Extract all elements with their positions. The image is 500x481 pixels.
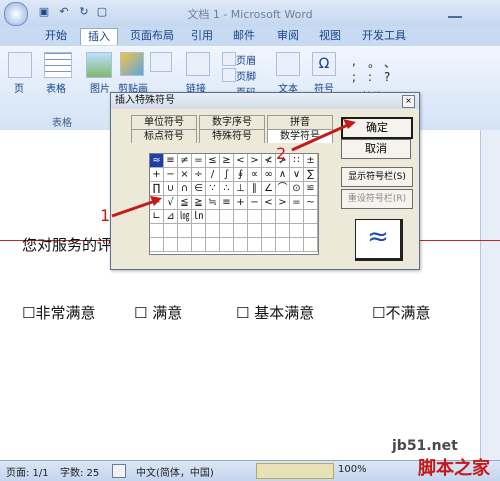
proofing-icon[interactable]	[112, 464, 126, 478]
language-status[interactable]: 中文(简体，中国)	[136, 464, 214, 479]
arrow-1-line	[111, 198, 159, 218]
annotation-label-2: 2	[276, 144, 287, 163]
view-buttons[interactable]	[256, 463, 334, 479]
arrow-2-line	[291, 122, 351, 152]
page-count[interactable]: 页面: 1/1	[6, 464, 49, 479]
annotation-arrows	[111, 119, 356, 218]
zoom-level[interactable]: 100%	[338, 464, 367, 475]
watermark-brand: 脚本之家	[418, 458, 490, 479]
annotation-label-1: 1	[100, 206, 111, 225]
watermark-site: jb51.net	[392, 438, 458, 454]
word-count[interactable]: 字数: 25	[60, 464, 99, 479]
